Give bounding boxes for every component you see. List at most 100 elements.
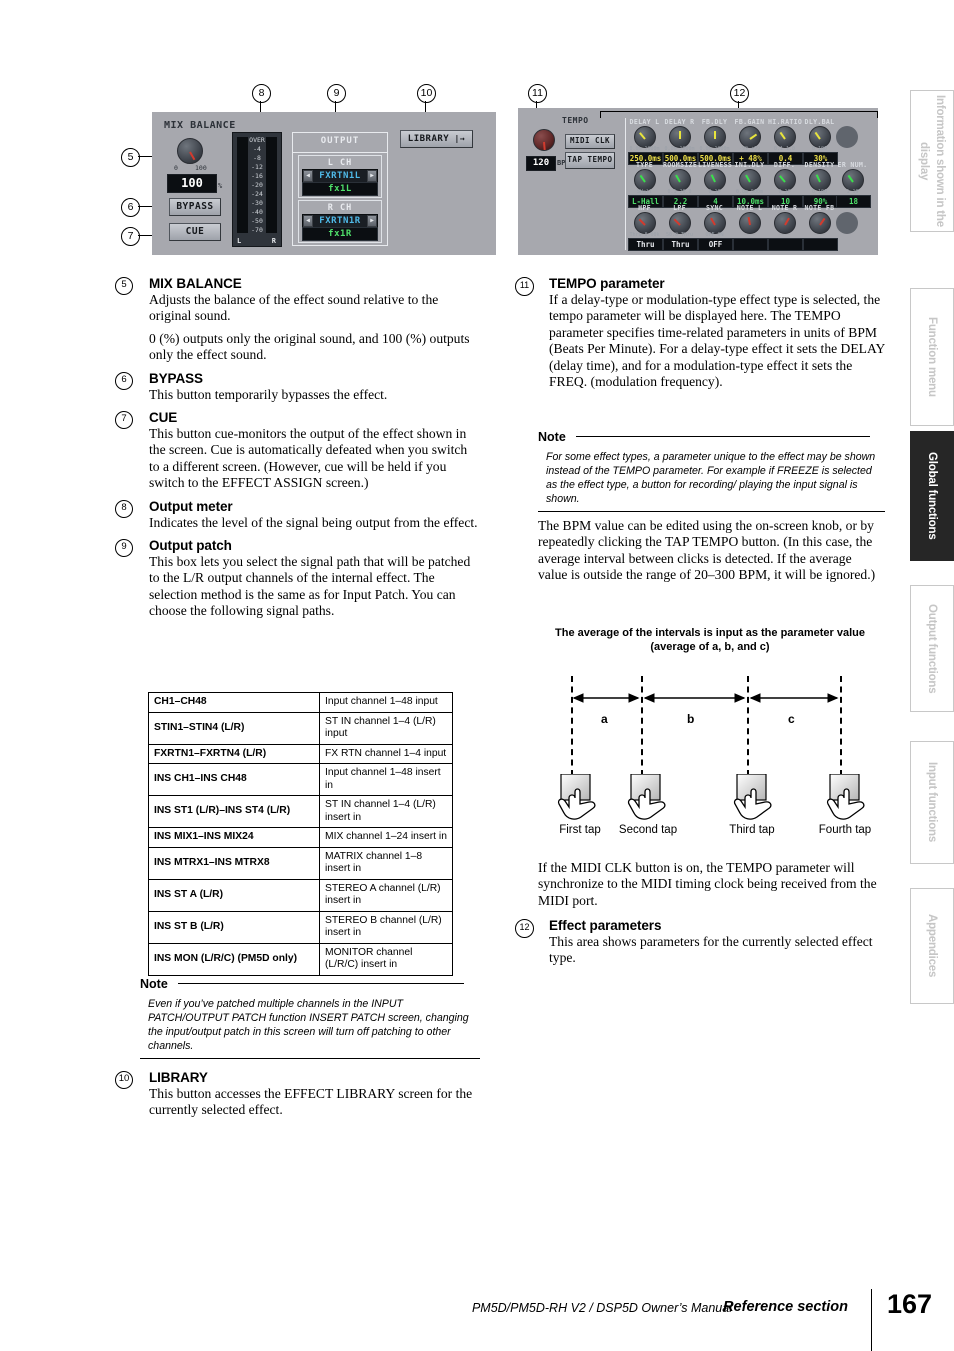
library-button[interactable]: LIBRARY |→ [400, 130, 473, 148]
effect-parameter-type[interactable]: TYPESHall SpringL-Hall [628, 161, 663, 208]
parameter-knob[interactable] [809, 126, 831, 148]
parameter-knob[interactable] [669, 126, 691, 148]
item-para-8-1: Indicates the level of the signal being … [149, 514, 478, 530]
effect-parameter-hpf[interactable]: HPF Thru 8.00k Thru [628, 204, 663, 251]
item-number-6: 6 [115, 371, 133, 390]
meter-tick-40: -40 [251, 208, 263, 216]
effect-parameter-diff[interactable]: DIFF. 0 10 10 [768, 161, 803, 208]
tab-function-menu[interactable]: Function menu [910, 288, 954, 426]
footer-manual-title: PM5D/PM5D-RH V2 / DSP5D Owner’s Manual [471, 1301, 732, 1315]
effect-parameter-delay-l[interactable]: DELAY L 0.0m 1000m 250.0ms [628, 118, 663, 165]
item-12-wrap: 12 Effect parameters This area shows par… [515, 918, 885, 967]
table-row: INS MON (L/R/C) (PM5D only) MONITOR chann… [148, 942, 453, 976]
tap-tempo-button[interactable]: TAP TEMPO [565, 152, 615, 169]
table-row: INS ST B (L/R) STEREO B channel (L/R) ins… [148, 910, 453, 944]
bypass-button[interactable]: BYPASS [169, 198, 221, 216]
parameter-label: DELAY R [664, 118, 695, 126]
effect-parameter-er-num[interactable]: ER NUM. 1 19 18 [836, 161, 871, 208]
rch-label: R CH [327, 203, 353, 213]
midi-clk-button[interactable]: MIDI CLK [565, 134, 615, 149]
lch-prev-arrow-icon[interactable]: ◀ [303, 170, 313, 182]
parameter-knob[interactable] [739, 126, 761, 148]
mix-balance-value[interactable]: 100 [167, 174, 217, 193]
parameter-value[interactable]: OFF [698, 238, 733, 251]
left-note-rule [177, 983, 464, 984]
parameter-knob[interactable] [634, 126, 656, 148]
effect-parameter-delay-r[interactable]: DELAY R 0.0m 1000m 500.0ms [663, 118, 698, 165]
tab-input-functions[interactable]: Input functions [910, 741, 954, 864]
parameter-label: HI.RATIO [768, 118, 803, 126]
parameter-knob[interactable] [739, 212, 761, 234]
parameter-knob[interactable] [634, 212, 656, 234]
parameter-value[interactable] [733, 238, 768, 251]
manual-page: 8 9 10 5 6 7 MIX BALANCE 0 100 100 % BYP… [0, 0, 954, 1351]
lch-name-row[interactable]: fx1L [302, 182, 378, 196]
parameter-value[interactable] [803, 238, 838, 251]
parameter-value[interactable]: Thru [628, 238, 663, 251]
effect-parameter-note-fb[interactable]: NOTE FB ---- [803, 204, 838, 251]
effect-parameter-lpf[interactable]: LPF 50.0 Thru Thru [663, 204, 698, 251]
hand-icon-1 [555, 773, 613, 829]
effect-parameter-ini-dly[interactable]: INI.DLY 0.0m 500m 10.0ms [733, 161, 768, 208]
effect-parameter-hi-ratio[interactable]: HI.RATIO 0.1 1.0 0.4 [768, 118, 803, 165]
parameter-knob[interactable] [634, 169, 656, 191]
effect-parameter-density[interactable]: DENSITY 0 100 90% [803, 161, 838, 208]
parameter-value[interactable]: 18 [836, 195, 871, 208]
parameter-label: DLY.BAL [804, 118, 835, 126]
parameter-knob[interactable] [774, 126, 796, 148]
effect-parameter-fb-dly[interactable]: FB.DLY 0.0m 1000m 500.0ms [698, 118, 733, 165]
parameter-label: TYPE [635, 161, 654, 169]
parameter-knob[interactable] [704, 169, 726, 191]
rch-name-row[interactable]: fx1R [302, 227, 378, 241]
effect-parameter-note-r[interactable]: NOTE R ---- [768, 204, 803, 251]
lch-next-arrow-icon[interactable]: ▶ [367, 170, 377, 182]
tab-appendices[interactable]: Appendices [910, 888, 954, 1004]
parameter-label: FB.DLY [701, 118, 728, 126]
signal-path-table: CH1–CH48 Input channel 1–48 input STIN1–ST… [148, 692, 453, 976]
interval-label-b: b [687, 712, 695, 726]
parameter-value[interactable] [768, 238, 803, 251]
footer-section-title: Reference section [723, 1299, 848, 1315]
effect-parameter-sync[interactable]: SYNC OFF ON OFF [698, 204, 733, 251]
effect-parameter-roomsize[interactable]: ROOMSIZE 0.1 20.0 2.2 [663, 161, 698, 208]
bpm-value[interactable]: 120 [526, 156, 556, 171]
parameter-knob[interactable] [809, 212, 831, 234]
callout-9: 9 [327, 84, 346, 103]
item-number-7: 7 [115, 411, 133, 430]
parameter-value[interactable]: Thru [663, 238, 698, 251]
tap-label-3: Third tap [729, 824, 775, 836]
item-para-5-1: Adjusts the balance of the effect sound … [149, 292, 439, 324]
parameter-knob[interactable] [704, 126, 726, 148]
tap-label-2: Second tap [618, 824, 678, 836]
parameter-knob[interactable] [774, 212, 796, 234]
item-para-6-1: This button temporarily bypasses the eff… [149, 386, 388, 402]
parameter-label: LPF [673, 204, 686, 212]
tab-global-functions[interactable]: Global functions [910, 431, 954, 561]
signal-path-desc: FX RTN channel 1–4 input [319, 743, 453, 764]
tempo-knob[interactable] [533, 129, 555, 151]
parameter-knob[interactable] [704, 212, 726, 234]
parameter-knob[interactable] [669, 212, 691, 234]
parameter-knob[interactable] [739, 169, 761, 191]
table-row: FXRTN1–FXRTN4 (L/R) FX RTN channel 1–4 in… [148, 743, 453, 764]
effect-parameter-note-l[interactable]: NOTE L ---- [733, 204, 768, 251]
effect-parameter-fb-gain[interactable]: FB.GAIN -99 +99 + 48% [733, 118, 768, 165]
rch-prev-arrow-icon[interactable]: ◀ [303, 215, 313, 227]
parameter-knob[interactable] [774, 169, 796, 191]
signal-path-desc: STEREO B channel (L/R) insert in [319, 910, 453, 944]
signal-path-desc: ST IN channel 1–4 (L/R) insert in [319, 795, 453, 828]
tab-information-shown-in-the-display[interactable]: Information shown in the display [910, 90, 954, 232]
rch-next-arrow-icon[interactable]: ▶ [367, 215, 377, 227]
parameter-label: FB.GAIN [734, 118, 765, 126]
effect-parameter-liveness[interactable]: LIVENESS 0 10 4 [698, 161, 733, 208]
cue-button[interactable]: CUE [169, 223, 221, 241]
effect-parameter-dly-bal[interactable]: DLY.BAL 0 100 30% [803, 118, 838, 165]
parameter-knob[interactable] [809, 169, 831, 191]
mix-balance-knob[interactable] [177, 138, 203, 164]
item-heading-11: TEMPO parameter [549, 276, 665, 291]
signal-path-desc: ST IN channel 1–4 (L/R) input [319, 711, 453, 745]
parameter-knob[interactable] [669, 169, 691, 191]
parameter-knob[interactable] [842, 169, 864, 191]
callout-5: 5 [121, 148, 140, 167]
tab-output-functions[interactable]: Output functions [910, 585, 954, 712]
